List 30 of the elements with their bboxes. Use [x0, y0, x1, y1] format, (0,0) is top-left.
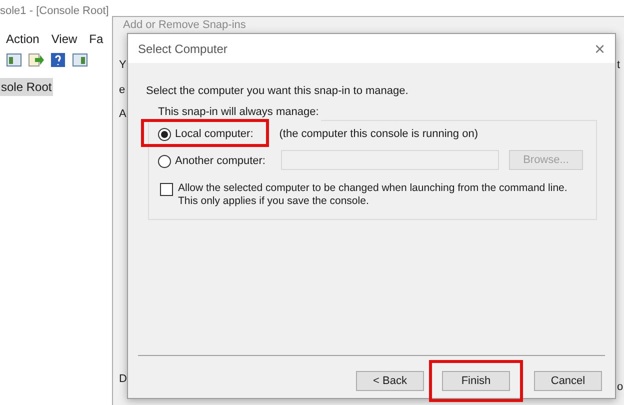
menu-item[interactable]: View [51, 30, 78, 48]
option-note: (the computer this console is running on) [279, 127, 478, 142]
radio-label[interactable]: Local computer: [175, 126, 254, 142]
tree-item[interactable]: sole Root [0, 78, 53, 96]
instruction-text: Select the computer you want this snap-in to manage. [146, 84, 408, 99]
text-fragment: o [617, 380, 624, 395]
menu-item[interactable]: Action [6, 30, 40, 48]
dialog-title: Select Computer [138, 40, 228, 58]
checkbox[interactable] [160, 183, 173, 196]
help-icon[interactable] [50, 52, 66, 68]
window-title: Add or Remove Snap-ins [123, 18, 246, 32]
dialog-button[interactable]: Finish [442, 371, 510, 391]
radio-button[interactable] [158, 154, 171, 168]
text-fragment: t [617, 58, 620, 73]
checkbox-label[interactable]: Allow the selected computer to be changed when launching from the command line. This only applies if you save the console. [178, 182, 585, 208]
export-list-icon[interactable] [28, 52, 44, 68]
window-title: sole1 - [Console Root] [0, 4, 109, 19]
text-fragment: Y [119, 58, 127, 73]
dialog-button[interactable]: < Back [356, 371, 424, 391]
text-fragment: A [119, 107, 127, 122]
text-fragment: e [119, 82, 126, 98]
radio-label[interactable]: Another computer: [175, 153, 266, 170]
window-pane-icon[interactable] [6, 52, 22, 68]
text-fragment: D [119, 372, 127, 386]
radio-button[interactable] [158, 128, 171, 141]
group-label: This snap-in will always manage: [156, 104, 321, 120]
window-pane-icon[interactable] [72, 52, 88, 68]
menu-item[interactable]: Fa [89, 30, 104, 48]
dialog-button[interactable]: Cancel [534, 371, 602, 391]
close-button[interactable]: × [592, 40, 607, 58]
